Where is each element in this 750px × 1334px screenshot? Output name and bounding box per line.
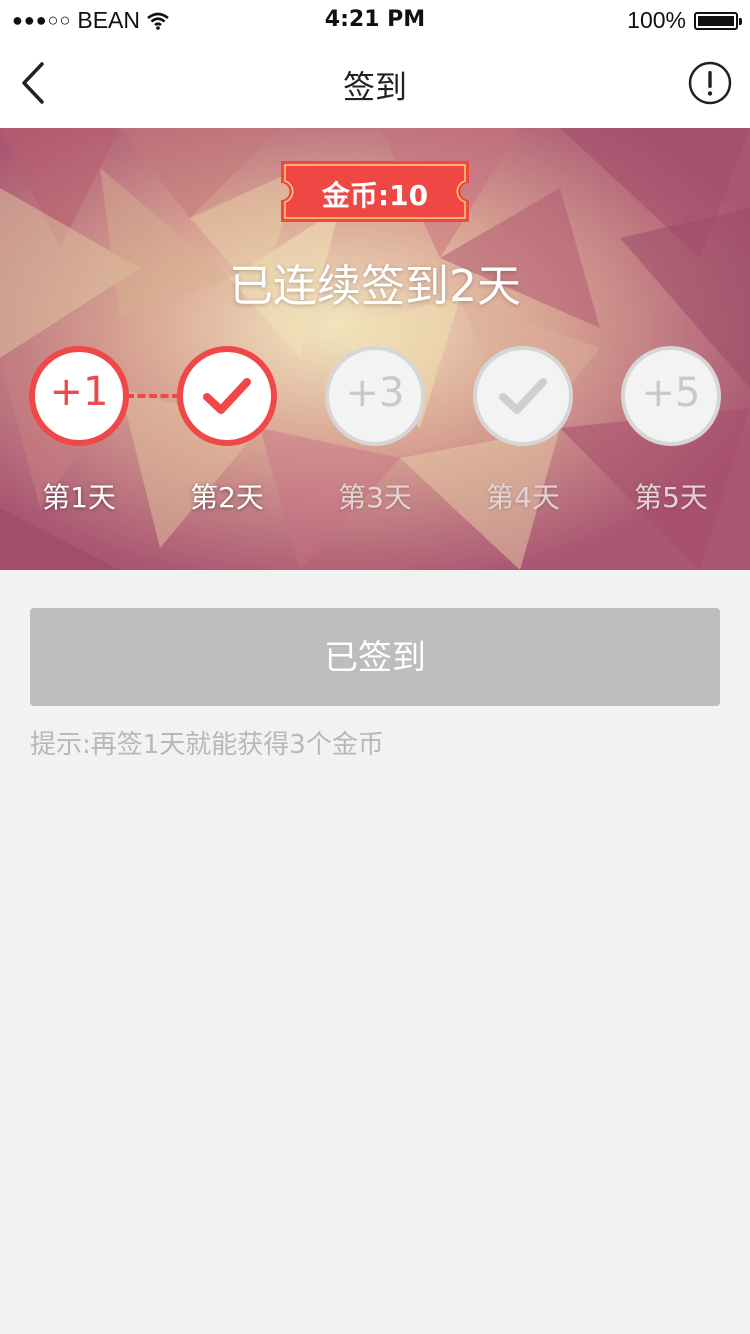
day-connector: [126, 394, 180, 398]
day-2-label: 第2天: [190, 481, 264, 514]
status-bar: ●●●○○ BEAN 4:21 PM 100%: [0, 0, 750, 40]
day-4-circle: [473, 346, 573, 446]
info-button[interactable]: [688, 61, 732, 105]
day-5-label: 第5天: [634, 481, 708, 514]
status-right: 100%: [627, 7, 742, 34]
day-4-label: 第4天: [486, 481, 560, 514]
battery-icon: [694, 11, 742, 30]
battery-percent: 100%: [627, 7, 686, 33]
navigation-bar: 签到: [0, 40, 750, 128]
streak-text: 已连续签到2天: [229, 261, 521, 312]
day-3-reward: +3: [345, 370, 405, 416]
day-1-reward: +1: [49, 369, 109, 415]
day-1-circle: +1: [29, 346, 129, 446]
checkmark-icon: [203, 378, 251, 414]
coin-balance-text: 金币:10: [321, 179, 429, 212]
day-2-circle: [177, 346, 277, 446]
day-1-label: 第1天: [42, 481, 116, 514]
checkin-banner: 金币:10 已连续签到2天 +1 +3 +5 第1天 第2天 第3天 第4天 第…: [0, 128, 750, 570]
day-3-label: 第3天: [338, 481, 412, 514]
day-3-circle: +3: [325, 346, 425, 446]
checkin-button[interactable]: 已签到: [30, 608, 720, 706]
day-5-reward: +5: [641, 370, 701, 416]
page-title: 签到: [342, 68, 407, 106]
checkmark-icon: [499, 378, 547, 414]
hint-text: 提示:再签1天就能获得3个金币: [30, 730, 384, 760]
day-5-circle: +5: [621, 346, 721, 446]
coin-balance: 金币:10: [281, 161, 469, 222]
